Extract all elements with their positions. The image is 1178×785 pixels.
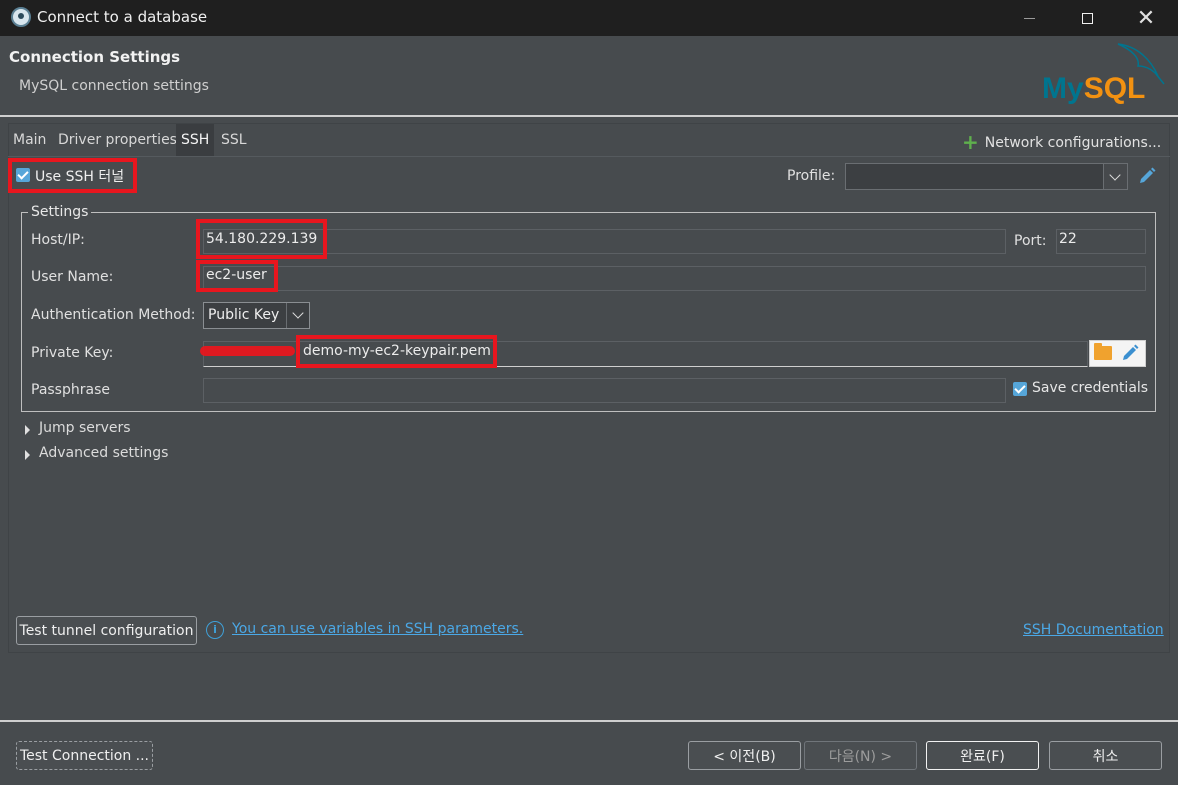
minimize-icon bbox=[1023, 17, 1035, 19]
redaction-scribble bbox=[200, 346, 295, 356]
tab-divider bbox=[8, 156, 1170, 157]
mysql-logo: MySQL bbox=[1040, 40, 1170, 110]
expand-arrow-icon[interactable] bbox=[25, 425, 30, 435]
profile-label: Profile: bbox=[787, 168, 836, 184]
maximize-icon bbox=[1081, 12, 1093, 24]
maximize-button[interactable] bbox=[1058, 0, 1116, 36]
save-credentials-label: Save credentials bbox=[1032, 380, 1149, 396]
test-tunnel-button[interactable]: Test tunnel configuration bbox=[16, 616, 197, 645]
next-button[interactable]: 다음(N) > bbox=[804, 741, 917, 770]
use-ssh-checkbox[interactable] bbox=[16, 168, 30, 182]
dbeaver-app-icon bbox=[11, 7, 31, 27]
variables-help-link[interactable]: You can use variables in SSH parameters. bbox=[232, 621, 523, 637]
plus-icon: + bbox=[962, 130, 979, 154]
private-key-value: demo-my-ec2-keypair.pem bbox=[303, 343, 491, 359]
auth-method-value: Public Key bbox=[208, 307, 280, 323]
chevron-down-icon[interactable] bbox=[1103, 164, 1127, 189]
save-credentials-checkbox[interactable] bbox=[1013, 382, 1027, 396]
profile-select[interactable] bbox=[845, 163, 1128, 190]
host-label: Host/IP: bbox=[31, 232, 85, 248]
ssh-documentation-link[interactable]: SSH Documentation bbox=[1023, 622, 1164, 638]
port-label: Port: bbox=[1014, 233, 1047, 249]
tab-ssh[interactable]: SSH bbox=[176, 124, 215, 156]
footer-divider bbox=[0, 720, 1178, 722]
header-divider bbox=[0, 115, 1178, 117]
test-connection-button[interactable]: Test Connection ... bbox=[16, 741, 153, 770]
info-icon: i bbox=[206, 621, 224, 639]
minimize-button[interactable] bbox=[1000, 0, 1058, 36]
settings-legend: Settings bbox=[28, 204, 92, 220]
user-name-value: ec2-user bbox=[206, 267, 267, 283]
close-button[interactable]: ✕ bbox=[1117, 0, 1175, 36]
page-title: Connection Settings bbox=[9, 48, 181, 66]
user-name-input[interactable] bbox=[203, 266, 1146, 291]
chevron-down-icon[interactable] bbox=[286, 303, 309, 328]
user-name-label: User Name: bbox=[31, 269, 114, 285]
page-subtitle: MySQL connection settings bbox=[19, 78, 209, 94]
jump-servers-expander[interactable]: Jump servers bbox=[39, 420, 131, 436]
folder-icon[interactable] bbox=[1094, 343, 1112, 360]
expand-arrow-icon[interactable] bbox=[25, 450, 30, 460]
close-icon: ✕ bbox=[1136, 5, 1156, 31]
passphrase-label: Passphrase bbox=[31, 382, 110, 398]
cancel-button[interactable]: 취소 bbox=[1049, 741, 1162, 770]
pencil-icon[interactable] bbox=[1120, 343, 1140, 363]
private-key-label: Private Key: bbox=[31, 345, 114, 361]
window-title: Connect to a database bbox=[37, 8, 208, 26]
port-value: 22 bbox=[1059, 231, 1077, 247]
tab-driver-properties[interactable]: Driver properties bbox=[53, 124, 182, 156]
passphrase-input[interactable] bbox=[203, 378, 1006, 403]
logo-my-text: My bbox=[1042, 72, 1084, 105]
auth-method-label: Authentication Method: bbox=[31, 307, 196, 323]
use-ssh-label: Use SSH 터널 bbox=[35, 169, 125, 185]
back-button[interactable]: < 이전(B) bbox=[688, 741, 801, 770]
pencil-icon[interactable] bbox=[1137, 166, 1157, 186]
logo-sql-text: SQL bbox=[1083, 72, 1146, 105]
tab-main[interactable]: Main bbox=[8, 124, 51, 156]
host-value: 54.180.229.139 bbox=[206, 231, 318, 247]
network-configurations-label: Network configurations... bbox=[984, 135, 1162, 151]
network-configurations-button[interactable]: + Network configurations... bbox=[962, 130, 1161, 154]
finish-button[interactable]: 완료(F) bbox=[926, 741, 1039, 770]
tab-ssl[interactable]: SSL bbox=[216, 124, 252, 156]
advanced-settings-expander[interactable]: Advanced settings bbox=[39, 445, 168, 461]
